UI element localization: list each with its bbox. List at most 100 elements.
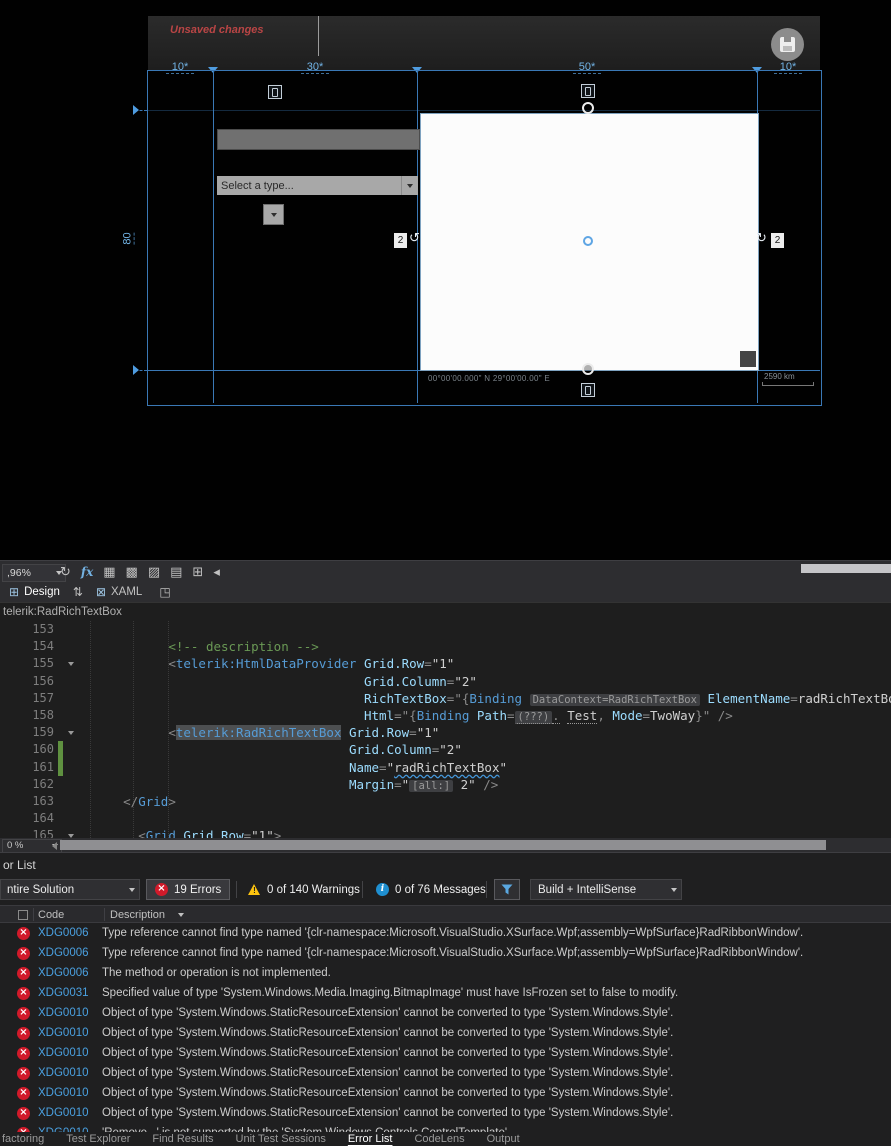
bottom-tab-output[interactable]: Output bbox=[476, 1132, 531, 1146]
error-code[interactable]: XDG0006 bbox=[38, 927, 102, 939]
scope-dropdown[interactable]: ntire Solution bbox=[0, 879, 140, 900]
fold-toggle-icon[interactable] bbox=[67, 730, 74, 735]
grid-row-height-label[interactable]: 80 bbox=[121, 232, 135, 245]
dropdown-button-preview[interactable] bbox=[263, 204, 284, 225]
line-number: 163 bbox=[32, 793, 54, 808]
rotate-left-icon[interactable] bbox=[409, 231, 420, 246]
error-description: Specified value of type 'System.Windows.… bbox=[102, 987, 679, 999]
fold-toggle-icon[interactable] bbox=[67, 661, 74, 666]
center-handle[interactable] bbox=[583, 236, 593, 246]
funnel-icon bbox=[501, 884, 513, 895]
source-dropdown-value: Build + IntelliSense bbox=[538, 884, 637, 896]
top-resize-handle[interactable] bbox=[582, 102, 594, 114]
code-line[interactable]: 157 RichTextBox="{Binding DataContext=Ra… bbox=[0, 690, 891, 707]
filter-button[interactable] bbox=[494, 879, 520, 900]
error-code[interactable]: XDG0010 bbox=[38, 1007, 102, 1019]
code-editor[interactable]: 153 154 <!-- description --> 155 <telerik:… bbox=[0, 621, 891, 838]
fold-margin[interactable] bbox=[63, 827, 78, 838]
code-line[interactable]: 155 <telerik:HtmlDataProvider Grid.Row="… bbox=[0, 655, 891, 672]
error-code[interactable]: XDG0010 bbox=[38, 1087, 102, 1099]
error-code[interactable]: XDG0010 bbox=[38, 1067, 102, 1079]
code-line[interactable]: 162 Margin=" [all:] 2" /> bbox=[0, 776, 891, 793]
fold-margin[interactable] bbox=[63, 724, 78, 741]
code-line[interactable]: 163 </Grid> bbox=[0, 793, 891, 810]
scroll-left-icon[interactable] bbox=[52, 842, 57, 850]
error-row[interactable]: XDG0006Type reference cannot find type n… bbox=[0, 923, 891, 943]
swap-panes-icon[interactable] bbox=[69, 585, 87, 599]
row-marker-icon[interactable] bbox=[133, 365, 139, 375]
error-code[interactable]: XDG0010 bbox=[38, 1027, 102, 1039]
right-margin-badge[interactable]: 2 bbox=[771, 233, 784, 248]
bottom-anchor-icon[interactable] bbox=[581, 383, 595, 397]
split-view-icon[interactable]: ▤ bbox=[170, 565, 182, 580]
error-code[interactable]: XDG0031 bbox=[38, 987, 102, 999]
messages-filter-button[interactable]: 0 of 76 Messages bbox=[368, 879, 494, 900]
editor-horizontal-scrollbar-thumb[interactable] bbox=[60, 840, 826, 850]
error-row[interactable]: XDG0006The method or operation is not im… bbox=[0, 963, 891, 983]
designer-zoom-combo[interactable]: ,96% bbox=[2, 564, 66, 582]
code-line[interactable]: 153 bbox=[0, 621, 891, 638]
error-row[interactable]: XDG0010Object of type 'System.Windows.St… bbox=[0, 1063, 891, 1083]
error-code[interactable]: XDG0010 bbox=[38, 1047, 102, 1059]
breadcrumb[interactable]: telerik:RadRichTextBox bbox=[0, 602, 891, 621]
code-column-header[interactable]: Code bbox=[38, 906, 64, 924]
code-line[interactable]: 161 Name="radRichTextBox" bbox=[0, 758, 891, 776]
bottom-tab-test-explorer[interactable]: Test Explorer bbox=[55, 1132, 141, 1146]
bottom-tab-codelens[interactable]: CodeLens bbox=[403, 1132, 475, 1146]
code-text: Margin=" [all:] 2" /> bbox=[348, 776, 499, 792]
rotate-right-icon[interactable] bbox=[756, 231, 767, 246]
error-row[interactable]: XDG0010Object of type 'System.Windows.St… bbox=[0, 1103, 891, 1123]
bottom-tab-factoring[interactable]: factoring bbox=[0, 1132, 55, 1146]
snap-grid-icon[interactable]: ▩ bbox=[126, 565, 138, 580]
error-row[interactable]: XDG0010Object of type 'System.Windows.St… bbox=[0, 1083, 891, 1103]
bottom-tab-unit-test-sessions[interactable]: Unit Test Sessions bbox=[225, 1132, 337, 1146]
popout-icon[interactable] bbox=[159, 585, 170, 599]
code-line[interactable]: 164 bbox=[0, 810, 891, 827]
show-grid-icon[interactable]: ▦ bbox=[103, 565, 115, 580]
error-row[interactable]: XDG0010Object of type 'System.Windows.St… bbox=[0, 1003, 891, 1023]
error-description: Object of type 'System.Windows.StaticRes… bbox=[102, 1067, 674, 1079]
error-code[interactable]: XDG0010 bbox=[38, 1107, 102, 1119]
error-row[interactable]: XDG0010Object of type 'System.Windows.St… bbox=[0, 1043, 891, 1063]
textbox-preview[interactable] bbox=[217, 129, 420, 150]
warnings-filter-button[interactable]: 0 of 140 Warnings bbox=[240, 879, 368, 900]
severity-column-icon[interactable] bbox=[18, 910, 28, 920]
fold-margin[interactable] bbox=[63, 655, 78, 672]
collapse-toolbar-icon[interactable]: ◂ bbox=[213, 565, 220, 580]
error-code[interactable]: XDG0006 bbox=[38, 947, 102, 959]
refresh-preview-icon[interactable]: ↻ bbox=[60, 565, 71, 580]
anchor-icon[interactable] bbox=[268, 85, 282, 99]
snapline-toggle-icon[interactable]: ⊞ bbox=[192, 565, 203, 580]
code-line[interactable]: 160 Grid.Column="2" bbox=[0, 741, 891, 759]
error-icon bbox=[17, 1006, 30, 1020]
designer-horizontal-scrollbar-thumb[interactable] bbox=[801, 564, 891, 573]
bottom-tab-error-list[interactable]: Error List bbox=[337, 1132, 404, 1146]
warnings-count-label: 0 of 140 Warnings bbox=[267, 883, 360, 896]
effects-icon[interactable]: fx bbox=[81, 565, 93, 579]
coordinates-readout: 00°00'00.000" N 29°00'00.00" E bbox=[428, 374, 550, 383]
source-dropdown[interactable]: Build + IntelliSense bbox=[530, 879, 682, 900]
error-code[interactable]: XDG0006 bbox=[38, 967, 102, 979]
errors-filter-button[interactable]: 19 Errors bbox=[146, 879, 231, 900]
row-marker-icon[interactable] bbox=[133, 105, 139, 115]
code-text: Html="{Binding Path= (???). Test, Mode=Tw… bbox=[363, 707, 733, 724]
error-row[interactable]: XDG0006Type reference cannot find type n… bbox=[0, 943, 891, 963]
description-column-header[interactable]: Description bbox=[110, 906, 165, 924]
error-row[interactable]: XDG0031Specified value of type 'System.W… bbox=[0, 983, 891, 1003]
artboard-background-icon[interactable]: ▨ bbox=[148, 565, 160, 580]
bottom-tab-find-results[interactable]: Find Results bbox=[141, 1132, 224, 1146]
save-button[interactable] bbox=[771, 28, 804, 61]
left-margin-badge[interactable]: 2 bbox=[394, 233, 407, 248]
tab-design[interactable]: Design bbox=[0, 582, 69, 602]
code-line[interactable]: 156 Grid.Column="2" bbox=[0, 673, 891, 690]
error-row[interactable]: XDG0010Object of type 'System.Windows.St… bbox=[0, 1023, 891, 1043]
resize-grip[interactable] bbox=[740, 351, 756, 367]
code-line[interactable]: 159 <telerik:RadRichTextBox Grid.Row="1" bbox=[0, 724, 891, 741]
bottom-resize-handle[interactable] bbox=[582, 363, 594, 375]
code-line[interactable]: 158 Html="{Binding Path= (???). Test, Mod… bbox=[0, 707, 891, 724]
top-anchor-icon[interactable] bbox=[581, 84, 595, 98]
tab-xaml[interactable]: XAML bbox=[87, 582, 151, 602]
code-line[interactable]: 154 <!-- description --> bbox=[0, 638, 891, 655]
code-line[interactable]: 165 <Grid Grid.Row="1"> bbox=[0, 827, 891, 838]
type-combobox-preview[interactable]: Select a type... bbox=[217, 176, 418, 195]
